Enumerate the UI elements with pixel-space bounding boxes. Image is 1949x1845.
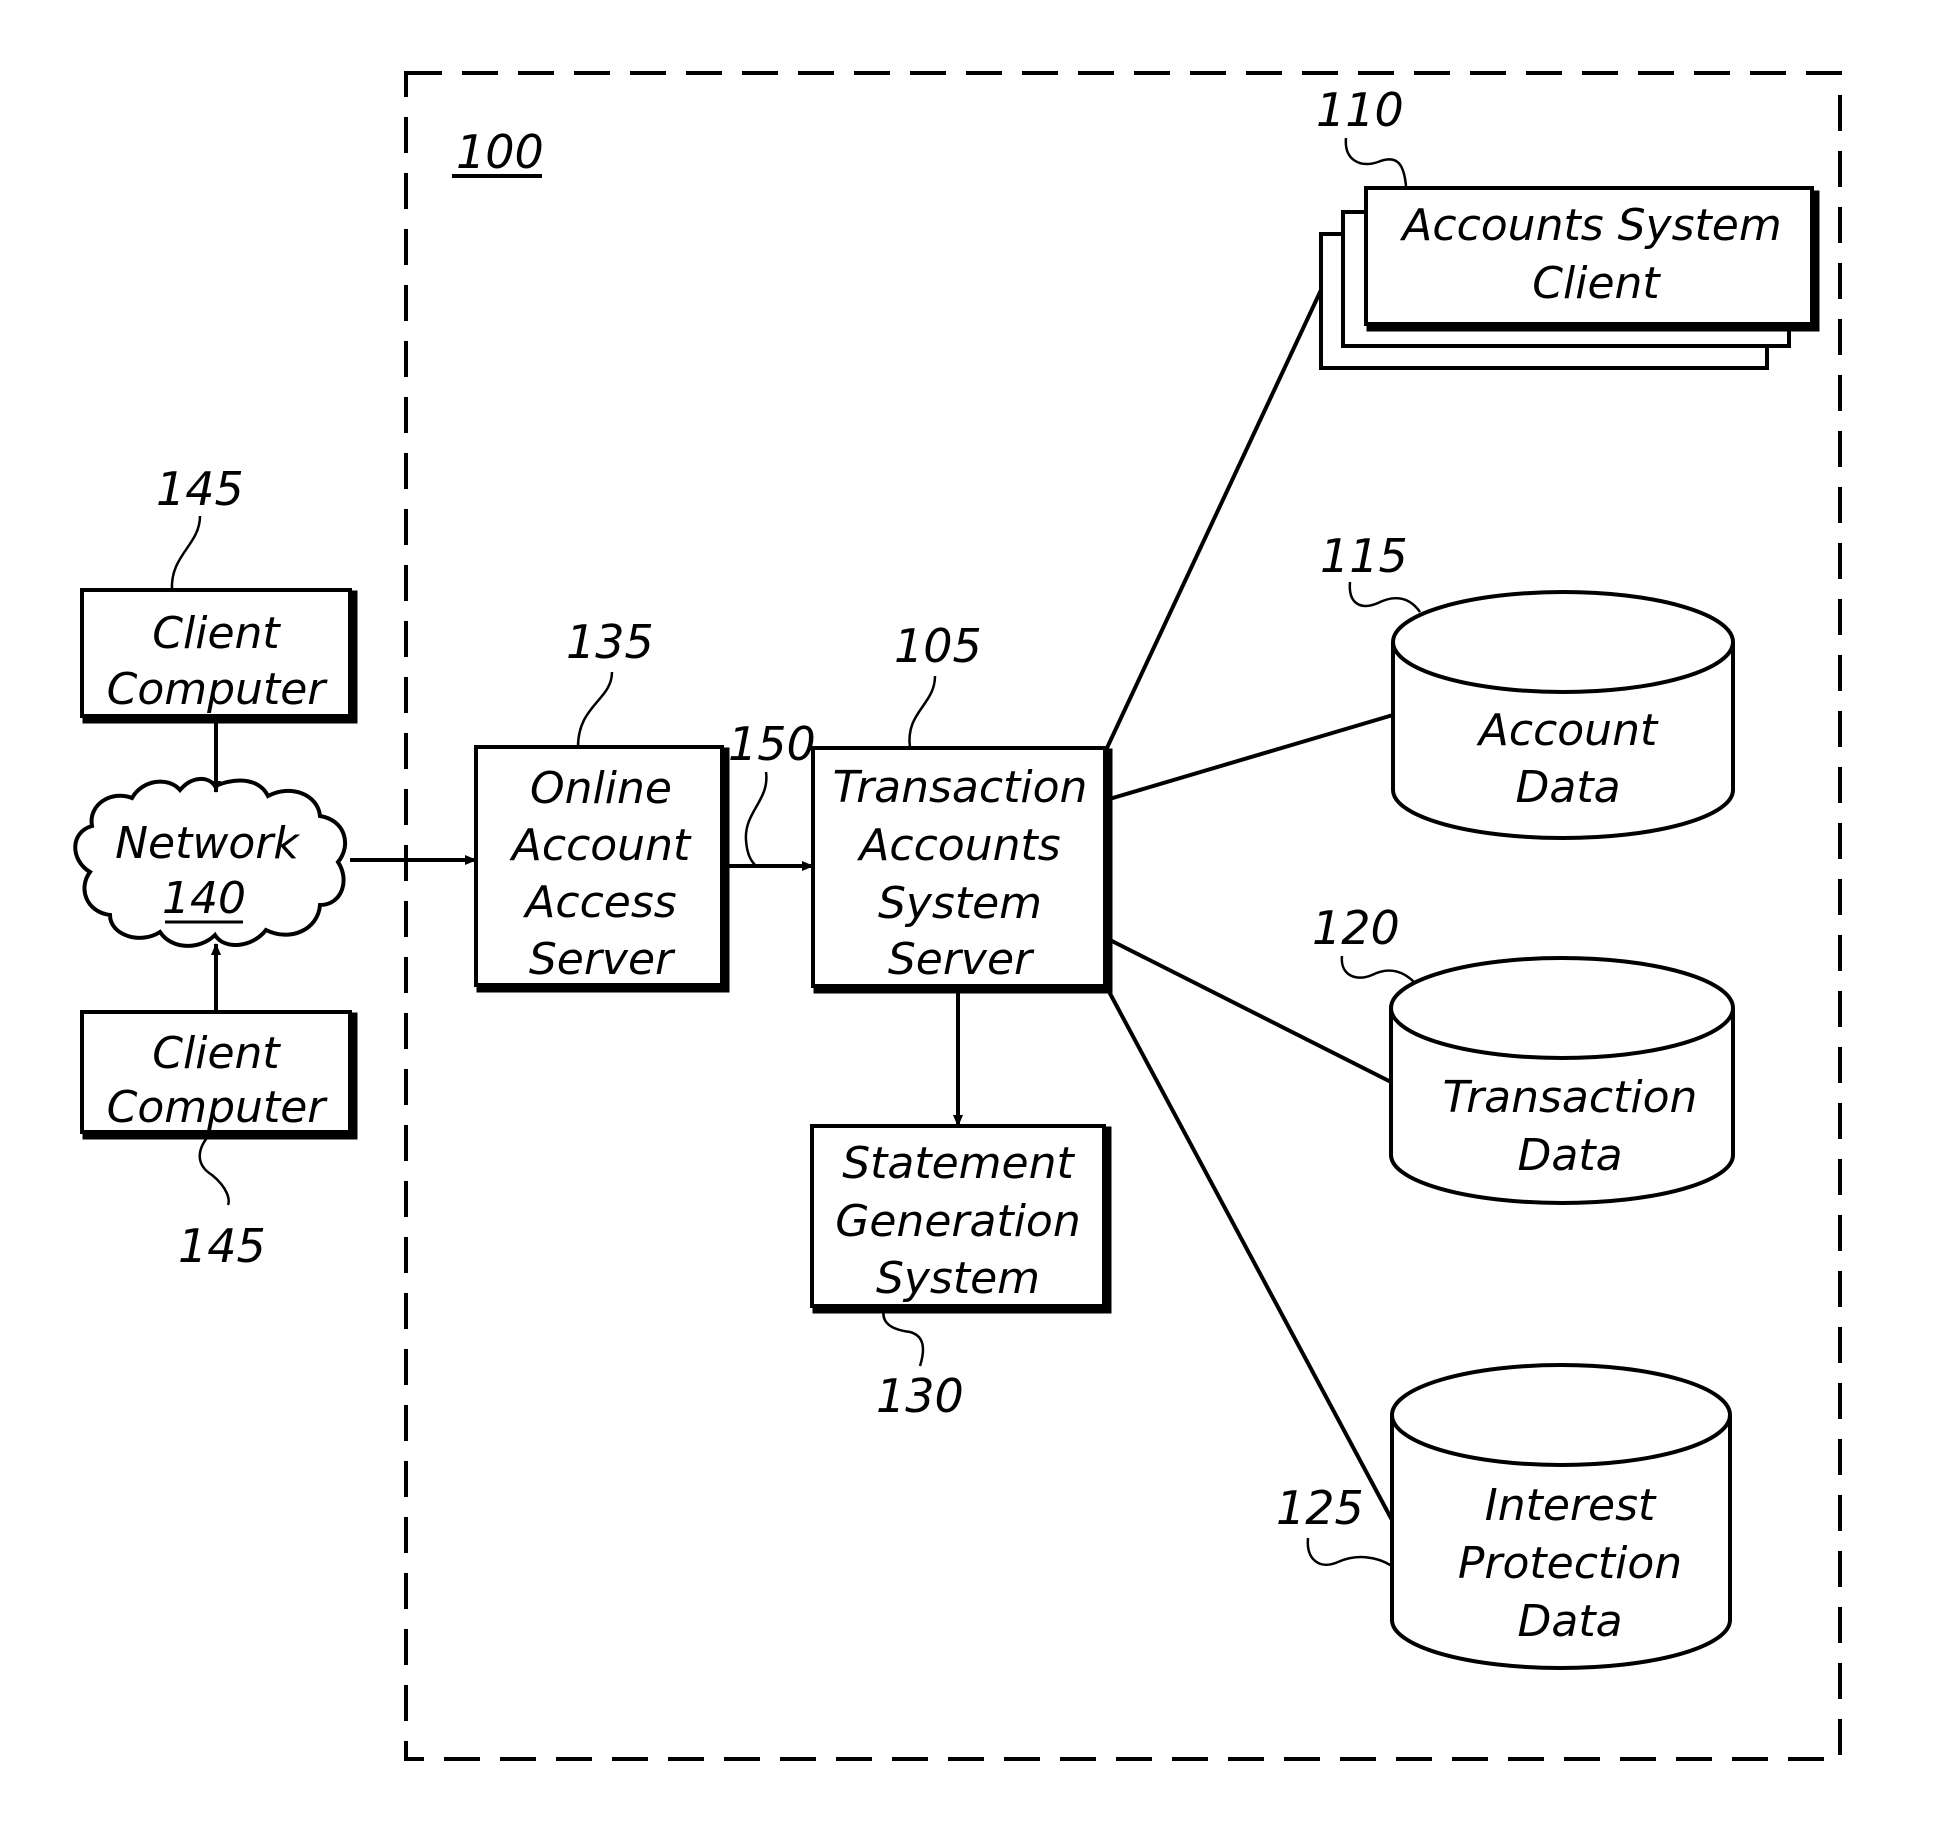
network-label: Network [115,818,300,869]
tas-server-line-4: Server [888,934,1035,985]
statement-ref-label: 130 [876,1369,964,1423]
node-online-account-access-server: 135 Online Account Access Server [474,615,730,993]
interest-data-ref-label: 125 [1276,1481,1364,1535]
system-ref-label: 100 [456,125,544,179]
online-server-line-4: Server [529,934,676,985]
client-top-ref-label: 145 [156,462,244,516]
node-transaction-data: 120 Transaction Data [1312,901,1735,1205]
node-accounts-system-client: 110 Accounts System Client [1316,83,1820,370]
accounts-client-leader [1344,137,1408,187]
statement-leader [882,1307,925,1367]
interest-data-leader [1306,1537,1393,1568]
node-account-data: 115 Account Data [1320,529,1735,840]
interest-data-line-2: Protection [1458,1538,1682,1589]
client-bottom-line-1: Client [152,1028,281,1079]
client-bottom-leader [198,1133,230,1206]
accounts-client-line-1: Accounts System [1399,200,1781,251]
online-server-line-2: Account [509,820,692,871]
account-data-ref-label: 115 [1320,529,1408,583]
client-bottom-ref-label: 145 [178,1219,266,1273]
node-client-computer-top: 145 Client Computer [80,462,358,724]
tas-server-line-2: Accounts [856,820,1060,871]
transaction-data-line-2: Data [1517,1130,1622,1181]
connection-ref-label: 150 [728,717,816,771]
transaction-data-ref-label: 120 [1312,901,1400,955]
online-server-leader [576,671,614,748]
account-data-leader [1348,581,1422,613]
statement-line-3: System [876,1253,1040,1304]
edge-tas-server-to-transaction-data [1105,936,1392,1084]
client-top-line-1: Client [152,608,281,659]
statement-line-1: Statement [842,1138,1075,1189]
edge-tas-server-to-interest-data [1104,985,1394,1521]
node-transaction-accounts-system-server: 105 Transaction Accounts System Server [811,619,1113,994]
client-top-line-2: Computer [107,664,329,715]
account-data-line-2: Data [1515,762,1620,813]
transaction-data-line-1: Transaction [1443,1072,1698,1123]
edge-tas-server-to-account-data [1105,713,1394,802]
transaction-data-leader [1340,955,1415,983]
tas-server-line-3: System [878,878,1042,929]
online-server-line-1: Online [530,763,672,814]
interest-data-line-1: Interest [1485,1480,1657,1531]
statement-line-2: Generation [835,1196,1080,1247]
tas-server-line-1: Transaction [833,762,1088,813]
edge-tas-server-to-accounts-client [1104,289,1323,751]
online-server-line-3: Access [522,877,676,928]
connection-leader [744,771,768,867]
tas-server-ref-label: 105 [894,619,982,673]
online-server-ref-label: 135 [566,615,654,669]
node-client-computer-bottom: Client Computer 145 [80,1010,358,1273]
interest-data-line-3: Data [1517,1596,1622,1647]
accounts-client-line-2: Client [1532,258,1661,309]
tas-server-leader [908,675,937,749]
account-data-line-1: Account [1476,705,1659,756]
client-top-leader [170,515,202,591]
system-diagram: 100 145 Client Computer Network 140 Clie… [73,71,1842,1761]
client-bottom-line-2: Computer [107,1082,329,1133]
node-statement-generation-system: Statement Generation System 130 [810,1124,1112,1423]
network-ref-label: 140 [162,873,246,924]
accounts-client-ref-label: 110 [1316,83,1404,137]
node-network: Network 140 [73,777,348,948]
node-interest-protection-data: Interest Protection Data 125 [1276,1363,1732,1670]
